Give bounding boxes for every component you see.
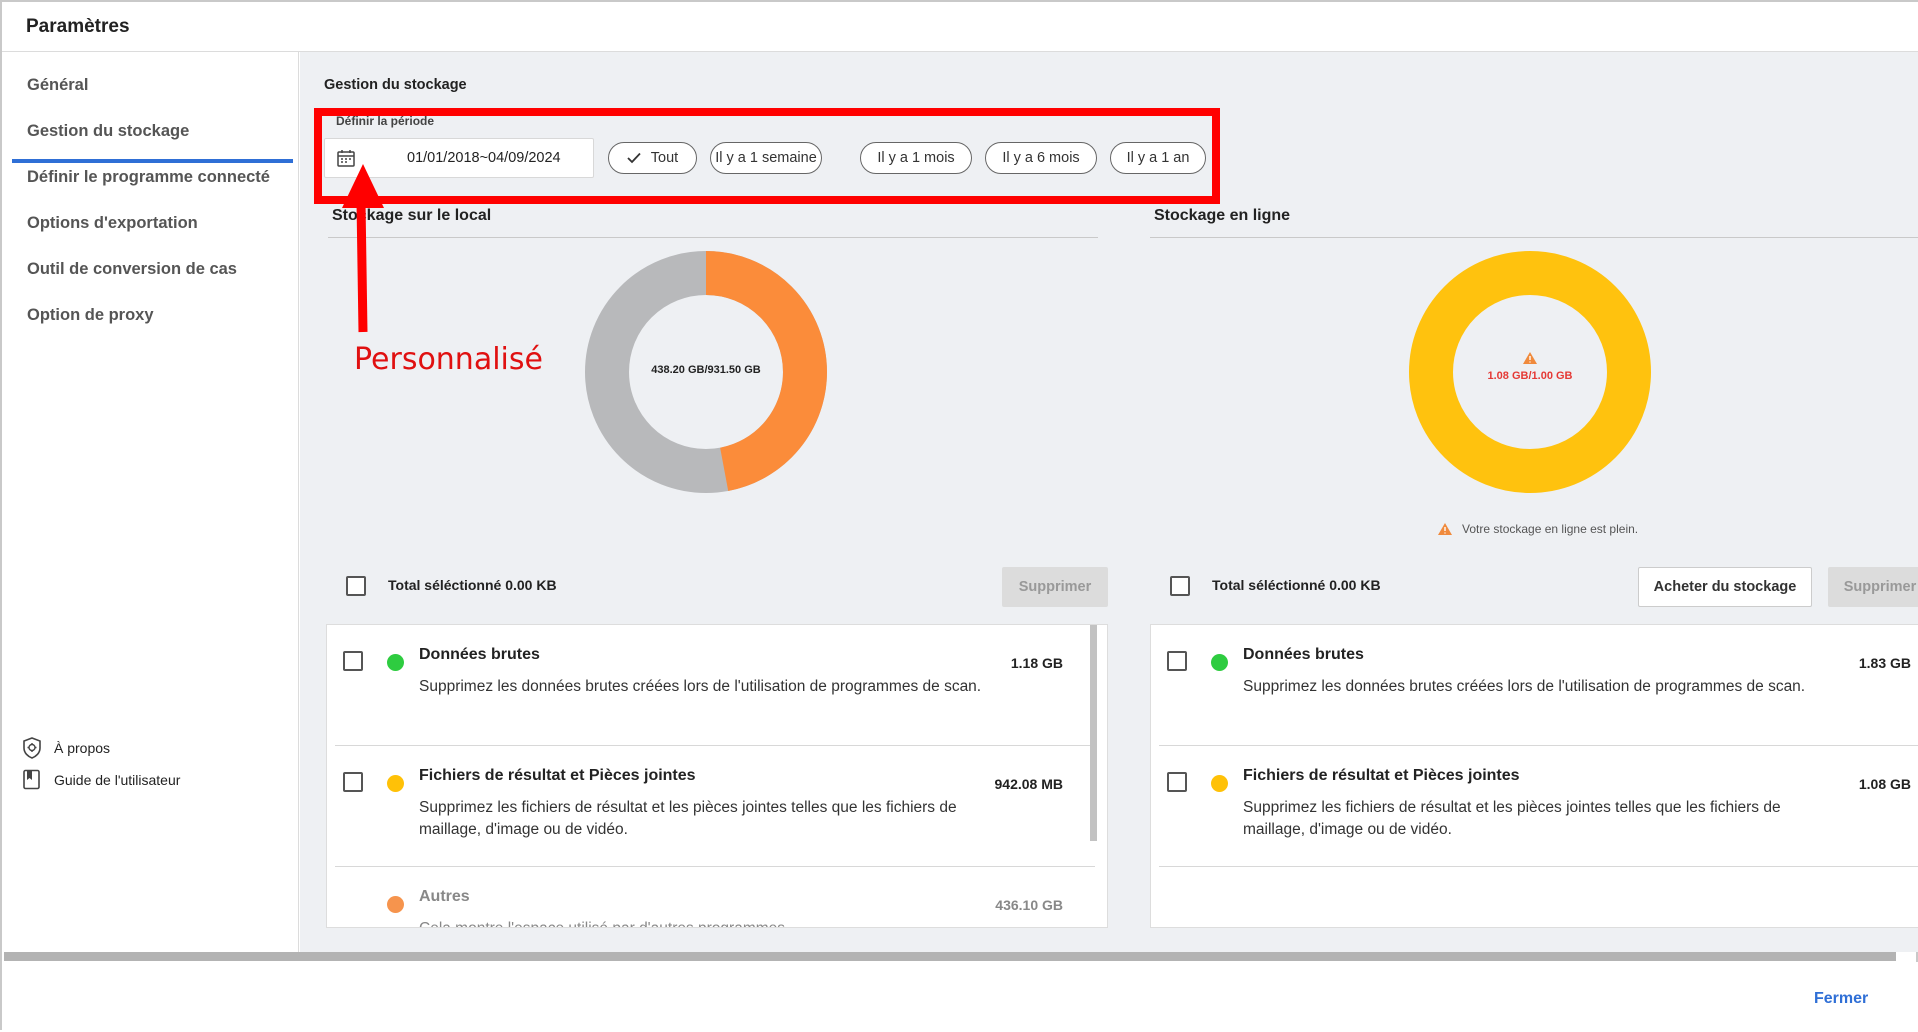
online-storage-title: Stockage en ligne	[1154, 207, 1291, 224]
local-total-selected: Total séléctionné 0.00 KB	[388, 577, 557, 593]
dialog-footer	[2, 962, 1918, 1032]
local-delete-button[interactable]: Supprimer	[1002, 567, 1108, 607]
storage-management-panel: Gestion du stockage Définir la période 0…	[300, 52, 1918, 952]
row-size: 1.18 GB	[1010, 655, 1063, 671]
book-icon	[23, 769, 40, 790]
user-guide-label: Guide de l'utilisateur	[54, 772, 181, 788]
warning-icon	[1438, 523, 1452, 535]
sidebar-item-storage[interactable]: Gestion du stockage	[27, 122, 189, 141]
row-description: Supprimez les fichiers de résultat et le…	[419, 799, 957, 838]
row-checkbox[interactable]	[343, 651, 363, 671]
row-title: Autres	[419, 888, 470, 905]
annotation-highlight-box	[314, 108, 1220, 204]
warning-text: Votre stockage en ligne est plein.	[1462, 522, 1639, 536]
row-title: Données brutes	[1243, 646, 1364, 663]
raw-data-color-dot	[1211, 654, 1228, 671]
row-title: Fichiers de résultat et Pièces jointes	[1243, 767, 1520, 784]
sidebar: Général Gestion du stockage Définir le p…	[4, 52, 299, 952]
horizontal-scrollbar[interactable]	[4, 952, 1896, 961]
row-checkbox[interactable]	[1167, 772, 1187, 792]
row-title: Fichiers de résultat et Pièces jointes	[419, 767, 696, 784]
buy-storage-button[interactable]: Acheter du stockage	[1638, 567, 1812, 607]
local-usage-text: 438.20 GB/931.50 GB	[651, 364, 761, 376]
annotation-arrow	[342, 164, 384, 333]
local-section-divider	[328, 237, 1098, 238]
other-color-dot	[387, 896, 404, 913]
sidebar-active-indicator	[12, 159, 293, 163]
row-checkbox[interactable]	[343, 772, 363, 792]
online-usage-text: 1.08 GB/1.00 GB	[1487, 370, 1573, 382]
list-item: Données brutes Supprimez les données bru…	[327, 625, 1107, 745]
window-title: Paramètres	[26, 16, 130, 37]
online-select-all-checkbox[interactable]	[1170, 576, 1190, 596]
sidebar-item-proxy[interactable]: Option de proxy	[27, 306, 154, 325]
row-title: Données brutes	[419, 646, 540, 663]
local-list-scrollbar[interactable]	[1090, 625, 1097, 841]
annotation-label: Personnalisé	[354, 342, 543, 377]
list-item: Données brutes Supprimez les données bru…	[1151, 625, 1918, 745]
row-description: Supprimez les fichiers de résultat et le…	[1243, 799, 1781, 838]
row-checkbox[interactable]	[1167, 651, 1187, 671]
row-size: 436.10 GB	[995, 897, 1063, 913]
close-button[interactable]: Fermer	[1814, 990, 1868, 1008]
shield-icon	[23, 737, 41, 759]
row-description: Supprimez les données brutes créées lors…	[1243, 678, 1806, 695]
local-storage-list: Données brutes Supprimez les données bru…	[326, 624, 1108, 928]
raw-data-color-dot	[387, 654, 404, 671]
row-size: 942.08 MB	[994, 776, 1063, 792]
about-link[interactable]: À propos	[22, 737, 110, 759]
sidebar-item-export-options[interactable]: Options d'exportation	[27, 214, 198, 233]
row-description: Cela montre l'espace utilisé par d'autre…	[419, 918, 1014, 927]
online-section-divider	[1150, 237, 1918, 238]
online-delete-button[interactable]: Supprimer	[1828, 567, 1918, 607]
sidebar-item-connected-program[interactable]: Définir le programme connecté	[27, 168, 270, 187]
row-size: 1.83 GB	[1858, 655, 1911, 671]
local-select-all-checkbox[interactable]	[346, 576, 366, 596]
title-bar: Paramètres	[2, 2, 1918, 52]
sidebar-item-case-converter[interactable]: Outil de conversion de cas	[27, 260, 237, 279]
about-label: À propos	[54, 740, 111, 756]
result-files-color-dot	[387, 775, 404, 792]
user-guide-link[interactable]: Guide de l'utilisateur	[22, 769, 180, 791]
online-storage-full-warning: Votre stockage en ligne est plein.	[1438, 522, 1638, 536]
row-divider	[1159, 866, 1918, 867]
row-description: Supprimez les données brutes créées lors…	[419, 678, 982, 695]
list-item: Fichiers de résultat et Pièces jointes S…	[1151, 746, 1918, 866]
online-total-selected: Total séléctionné 0.00 KB	[1212, 577, 1381, 593]
page-title: Gestion du stockage	[324, 77, 467, 93]
row-size: 1.08 GB	[1858, 776, 1911, 792]
online-storage-list: Données brutes Supprimez les données bru…	[1150, 624, 1918, 928]
list-item: Autres Cela montre l'espace utilisé par …	[327, 867, 1107, 927]
list-item: Fichiers de résultat et Pièces jointes S…	[327, 746, 1107, 866]
sidebar-item-general[interactable]: Général	[27, 76, 88, 95]
settings-window: Paramètres Général Gestion du stockage D…	[0, 0, 1918, 1032]
warning-icon	[1523, 352, 1537, 364]
result-files-color-dot	[1211, 775, 1228, 792]
